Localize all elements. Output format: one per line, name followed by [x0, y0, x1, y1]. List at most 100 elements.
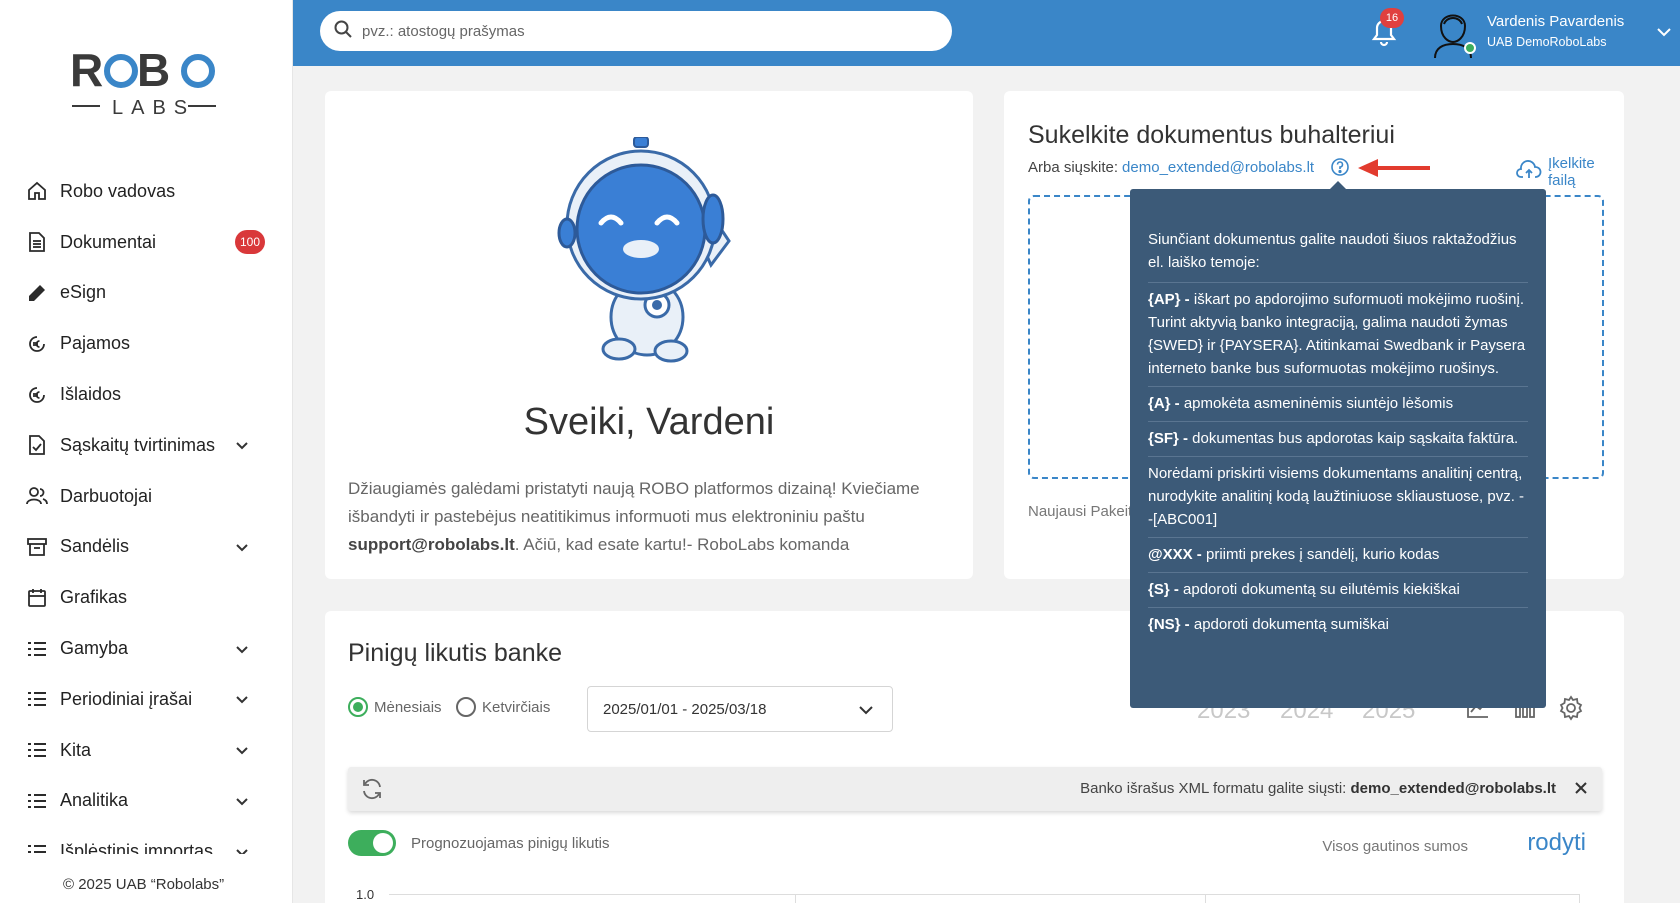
sidebar-item-label: Periodiniai įrašai [60, 688, 193, 709]
list-icon [26, 790, 48, 812]
robolabs-logo[interactable]: R B LABS [70, 44, 220, 119]
tooltip-text: dokumentas bus apdorotas kaip sąskaita f… [1188, 430, 1519, 447]
forecast-toggle[interactable] [348, 830, 396, 856]
chevron-down-icon[interactable] [1656, 24, 1672, 40]
sidebar-item-label: Išlaidos [60, 384, 122, 405]
sidebar-item-kita[interactable]: Kita [0, 725, 293, 776]
welcome-card: Sveiki, Vardeni Džiaugiamės galėdami pri… [325, 91, 973, 579]
document-check-icon [26, 434, 48, 456]
chevron-down-icon [235, 438, 249, 452]
chevron-down-icon [235, 845, 249, 854]
tooltip-text: priimti prekes į sandėlį, kurio kodas [1201, 546, 1440, 563]
sidebar-item-analitika[interactable]: Analitika [0, 776, 293, 827]
radio-quarterly[interactable]: Ketvirčiais [456, 697, 550, 717]
support-email[interactable]: support@robolabs.lt [348, 535, 515, 554]
send-email-link[interactable]: demo_extended@robolabs.lt [1122, 159, 1314, 176]
chart-gridline [1205, 894, 1206, 903]
tooltip-caret [1330, 181, 1346, 189]
sidebar-item-islaidos[interactable]: Išlaidos [0, 369, 293, 420]
radio-monthly[interactable]: Mėnesiais [348, 697, 442, 717]
documents-count-badge: 100 [234, 230, 265, 255]
radio-quarterly-label: Ketvirčiais [482, 698, 551, 716]
cloud-upload-icon [1516, 160, 1548, 184]
sidebar-item-robo-vadovas[interactable]: Robo vadovas [0, 166, 293, 217]
chart-gridline [795, 894, 796, 903]
sidebar-item-label: Darbuotojai [60, 485, 153, 506]
list-icon [26, 841, 48, 854]
show-link[interactable]: rodyti [1527, 829, 1586, 857]
sidebar-item-label: Gamyba [60, 638, 129, 659]
chart-gridline [1579, 894, 1580, 903]
info-bar-text: Banko išrašus XML formatu galite siųsti: [1080, 780, 1351, 797]
user-company: UAB DemoRoboLabs [1487, 35, 1607, 49]
sidebar-item-pajamos[interactable]: Pajamos [0, 318, 293, 369]
search-input[interactable] [362, 22, 922, 40]
sidebar-item-dokumentai[interactable]: Dokumentai 100 [0, 217, 293, 268]
sidebar-item-label: Robo vadovas [60, 180, 176, 201]
tooltip-item: {AP} - iškart po apdorojimo suformuoti m… [1148, 283, 1528, 387]
radio-monthly-label: Mėnesiais [374, 698, 442, 716]
chevron-down-icon [235, 743, 249, 757]
welcome-title: Sveiki, Vardeni [523, 401, 775, 443]
sidebar-item-label: Grafikas [60, 587, 128, 608]
chevron-down-icon [859, 706, 873, 715]
document-icon [26, 231, 48, 253]
sidebar-item-isplestinis-importas[interactable]: Išplėstinis importas [0, 826, 293, 854]
tooltip-key: {SF} - [1148, 430, 1189, 447]
pen-icon [26, 282, 48, 304]
welcome-text-part-2: . Ačiū, kad esate kartu!- RoboLabs koman… [514, 535, 850, 554]
tooltip-item: {S} - apdoroti dokumentą su eilutėmis ki… [1148, 573, 1528, 608]
chart-gridline [389, 894, 1579, 895]
sidebar-item-label: eSign [60, 282, 107, 303]
sidebar-item-periodiniai-irasai[interactable]: Periodiniai įrašai [0, 674, 293, 725]
sidebar-item-grafikas[interactable]: Grafikas [0, 572, 293, 623]
welcome-text: Džiaugiamės galėdami pristatyti naują RO… [348, 475, 956, 559]
gear-icon[interactable] [1558, 695, 1584, 721]
user-name[interactable]: Vardenis Pavardenis [1487, 13, 1624, 30]
notification-badge: 16 [1380, 8, 1404, 28]
euro-circle-icon [26, 384, 48, 406]
list-icon [26, 739, 48, 761]
tooltip-item: @XXX - priimti prekes į sandėlį, kurio k… [1148, 538, 1528, 573]
users-icon [26, 485, 48, 507]
chevron-down-icon [235, 540, 249, 554]
bank-balance-title: Pinigų likutis banke [348, 639, 563, 667]
sidebar-item-label: Analitika [60, 790, 129, 811]
sidebar-item-saskaitu-tvirtinimas[interactable]: Sąskaitų tvirtinimas [0, 420, 293, 471]
sidebar-item-gamyba[interactable]: Gamyba [0, 623, 293, 674]
sidebar-item-darbuotojai[interactable]: Darbuotojai [0, 471, 293, 522]
upload-file-link[interactable]: Įkelkite failą [1516, 155, 1624, 189]
tooltip-key: {S} - [1148, 581, 1179, 598]
top-bar: 16 Vardenis Pavardenis UAB DemoRoboLabs [293, 0, 1680, 66]
euro-circle-icon [26, 333, 48, 355]
home-icon [26, 180, 48, 202]
sidebar-item-label: Dokumentai [60, 231, 157, 252]
search-box[interactable] [320, 11, 952, 51]
close-icon[interactable] [1572, 779, 1590, 797]
sync-icon[interactable] [360, 777, 384, 801]
date-range-value: 2025/01/01 - 2025/03/18 [603, 700, 767, 718]
receivable-sums-label: Visos gautinos sumos [1322, 838, 1468, 855]
svg-text:LABS: LABS [112, 97, 195, 118]
tooltip-text: apmokėta asmeninėmis siuntėjo lėšomis [1179, 395, 1454, 412]
chevron-down-icon [235, 692, 249, 706]
sidebar-item-label: Išplėstinis importas [60, 841, 214, 854]
sidebar-nav: Robo vadovas Dokumentai 100 eSign Pajamo… [0, 166, 293, 854]
sidebar: R B LABS Robo vadovas Dokumentai 100 eSi… [0, 0, 293, 903]
sidebar-item-label: Pajamos [60, 333, 131, 354]
welcome-text-part-1: Džiaugiamės galėdami pristatyti naują RO… [348, 479, 920, 526]
tooltip-intro: Siunčiant dokumentus galite naudoti šiuo… [1148, 223, 1528, 283]
info-bar-message: Banko išrašus XML formatu galite siųsti:… [1080, 780, 1556, 797]
sidebar-item-esign[interactable]: eSign [0, 268, 293, 319]
tooltip-item: Norėdami priskirti visiems dokumentams a… [1148, 457, 1528, 538]
help-icon[interactable] [1330, 157, 1350, 177]
send-label: Arba siųskite: [1028, 159, 1119, 176]
sidebar-item-label: Sandėlis [60, 536, 130, 557]
sidebar-item-sandelis[interactable]: Sandėlis [0, 522, 293, 573]
tooltip-item: {SF} - dokumentas bus apdorotas kaip sąs… [1148, 422, 1528, 457]
copyright: © 2025 UAB “Robolabs” [63, 876, 225, 893]
avatar[interactable] [1431, 8, 1477, 59]
keywords-tooltip: Siunčiant dokumentus galite naudoti šiuo… [1130, 181, 1546, 708]
date-range-select[interactable]: 2025/01/01 - 2025/03/18 [587, 686, 893, 732]
sidebar-item-label: Sąskaitų tvirtinimas [60, 434, 216, 455]
